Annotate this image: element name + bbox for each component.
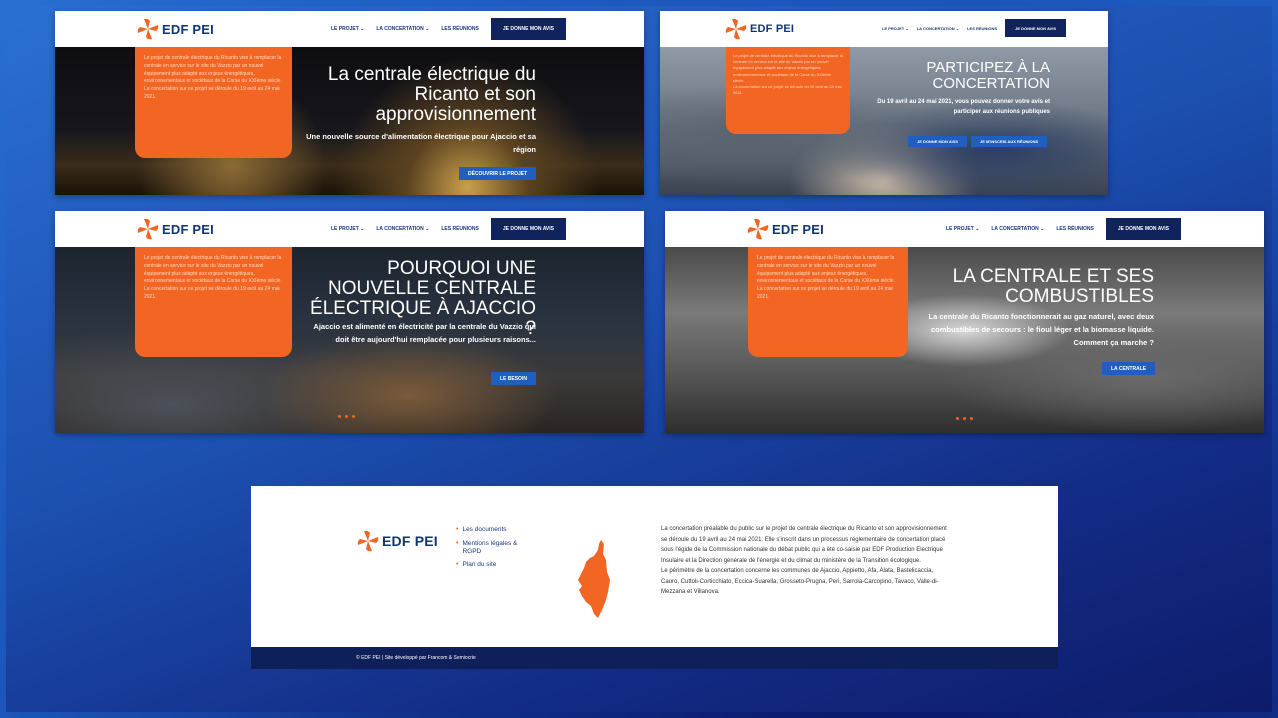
je-donne-mon-avis-button[interactable]: JE DONNE MON AVIS [1105, 218, 1181, 240]
slide-title: LA CENTRALE ET SES COMBUSTIBLES [952, 266, 1154, 307]
footer-bottom-bar: © EDF PEI | Site développé par Francom &… [251, 647, 1058, 669]
inscription-reunions-button[interactable]: JE M'INSCRIS AUX RÉUNIONS [971, 136, 1048, 147]
edf-flower-icon [137, 218, 159, 240]
intro-text: Le projet de centrale électrique du Rica… [144, 255, 282, 285]
screenshot-slide-4: EDF PEI LE PROJET ⌄ LA CONCERTATION ⌄ LE… [665, 211, 1264, 433]
screenshot-slide-2: EDF PEI LE PROJET ⌄ LA CONCERTATION ⌄ LE… [660, 11, 1108, 195]
nav-le-projet[interactable]: LE PROJET ⌄ [946, 226, 979, 232]
slide-title: PARTICIPEZ À LA CONCERTATION [926, 59, 1050, 92]
hero-public-meeting: Le projet de centrale électrique du Rica… [660, 47, 1108, 195]
logo-text: EDF PEI [162, 221, 214, 237]
screenshot-slide-1: EDF PEI LE PROJET ⌄ LA CONCERTATION ⌄ LE… [55, 11, 644, 195]
le-besoin-button[interactable]: LE BESOIN [491, 372, 536, 385]
footer-text-1: La concertation préalable du public sur … [661, 526, 947, 564]
nav-la-concertation[interactable]: LA CONCERTATION ⌄ [991, 226, 1044, 232]
logo-text: EDF PEI [750, 23, 795, 35]
footer-credit[interactable]: © EDF PEI | Site développé par Francom &… [356, 655, 476, 661]
nav-la-concertation[interactable]: LA CONCERTATION ⌄ [376, 26, 429, 32]
footer-description: La concertation préalable du public sur … [661, 524, 951, 598]
edf-pei-logo[interactable]: EDF PEI [357, 530, 438, 552]
intro-dates: La concertation sur ce projet se déroule… [733, 83, 842, 96]
logo-text: EDF PEI [162, 21, 214, 37]
je-donne-mon-avis-button[interactable]: JE DONNE MON AVIS [1005, 19, 1067, 37]
intro-text: Le projet de centrale électrique du Rica… [757, 255, 895, 285]
slide-subtitle: Ajaccio est alimenté en électricité par … [313, 322, 536, 344]
footer-links: • Les documents • Mentions légales & RGPD … [456, 526, 524, 575]
slide-subtitle: Une nouvelle source d'alimentation élect… [306, 132, 536, 154]
nav-le-projet[interactable]: LE PROJET ⌄ [882, 26, 909, 31]
edf-pei-logo[interactable]: EDF PEI [137, 218, 214, 240]
intro-text: Le projet de centrale électrique du Rica… [144, 55, 282, 85]
project-intro-panel: Le projet de centrale électrique du Rica… [748, 247, 908, 357]
je-donne-mon-avis-button[interactable]: JE DONNE MON AVIS [490, 218, 566, 240]
edf-pei-logo[interactable]: EDF PEI [725, 18, 794, 40]
site-header: EDF PEI LE PROJET ⌄ LA CONCERTATION ⌄ LE… [55, 11, 644, 47]
edf-flower-icon [747, 218, 769, 240]
project-intro-panel: Le projet de centrale électrique du Rica… [726, 47, 850, 134]
nav-les-reunions[interactable]: LES RÉUNIONS [1056, 226, 1094, 232]
main-nav: LE PROJET ⌄ LA CONCERTATION ⌄ LES RÉUNIO… [882, 19, 1067, 37]
intro-text: Le projet de centrale électrique du Rica… [733, 53, 843, 83]
project-intro-panel: Le projet de centrale électrique du Rica… [135, 47, 292, 158]
intro-dates: La concertation sur ce projet se déroule… [144, 86, 280, 100]
logo-text: EDF PEI [772, 221, 824, 237]
main-nav: LE PROJET ⌄ LA CONCERTATION ⌄ LES RÉUNIO… [331, 18, 566, 40]
decouvrir-le-projet-button[interactable]: DÉCOUVRIR LE PROJET [459, 167, 537, 180]
project-intro-panel: Le projet de centrale électrique du Rica… [135, 247, 292, 357]
slide-title: La centrale électrique du Ricanto et son… [327, 64, 536, 125]
main-nav: LE PROJET ⌄ LA CONCERTATION ⌄ LES RÉUNIO… [946, 218, 1181, 240]
hero-machinery: Le projet de centrale électrique du Rica… [665, 247, 1264, 433]
je-donne-mon-avis-button[interactable]: JE DONNE MON AVIS [490, 18, 566, 40]
site-header: EDF PEI LE PROJET ⌄ LA CONCERTATION ⌄ LE… [665, 211, 1264, 247]
site-header: EDF PEI LE PROJET ⌄ LA CONCERTATION ⌄ LE… [55, 211, 644, 247]
nav-le-projet[interactable]: LE PROJET ⌄ [331, 26, 364, 32]
nav-le-projet[interactable]: LE PROJET ⌄ [331, 226, 364, 232]
intro-dates: La concertation sur ce projet se déroule… [757, 286, 893, 300]
nav-les-reunions[interactable]: LES RÉUNIONS [441, 26, 479, 32]
nav-la-concertation[interactable]: LA CONCERTATION ⌄ [376, 226, 429, 232]
edf-pei-logo[interactable]: EDF PEI [747, 218, 824, 240]
la-centrale-button[interactable]: LA CENTRALE [1102, 362, 1156, 375]
screenshot-slide-3: EDF PEI LE PROJET ⌄ LA CONCERTATION ⌄ LE… [55, 211, 644, 433]
nav-les-reunions[interactable]: LES RÉUNIONS [967, 26, 997, 31]
nav-la-concertation[interactable]: LA CONCERTATION ⌄ [917, 26, 959, 31]
edf-pei-logo[interactable]: EDF PEI [137, 18, 214, 40]
footer-link-documents[interactable]: • Les documents [456, 526, 524, 535]
intro-dates: La concertation sur ce projet se déroule… [144, 286, 280, 300]
slide-subtitle: La centrale du Ricanto fonctionnerait au… [928, 312, 1154, 347]
site-header: EDF PEI LE PROJET ⌄ LA CONCERTATION ⌄ LE… [660, 11, 1108, 47]
footer-link-plan-du-site[interactable]: • Plan du site [456, 561, 524, 570]
nav-les-reunions[interactable]: LES RÉUNIONS [441, 226, 479, 232]
site-footer: EDF PEI • Les documents • Mentions légales… [251, 486, 1058, 669]
main-nav: LE PROJET ⌄ LA CONCERTATION ⌄ LES RÉUNIO… [331, 218, 566, 240]
hero-aerial-plant: Le projet de centrale électrique du Rica… [55, 247, 644, 433]
edf-flower-icon [137, 18, 159, 40]
edf-flower-icon [357, 530, 379, 552]
footer-link-mentions-legales[interactable]: • Mentions légales & RGPD [456, 540, 524, 556]
carousel-dots[interactable] [338, 415, 355, 418]
hero-night-city: Le projet de centrale électrique du Rica… [55, 47, 644, 195]
slide-subtitle: Du 19 avril au 24 mai 2021, vous pouvez … [877, 99, 1050, 116]
je-donne-mon-avis-hero-button[interactable]: JE DONNE MON AVIS [908, 136, 967, 147]
logo-text: EDF PEI [382, 533, 438, 549]
corsica-map-icon [578, 540, 610, 618]
carousel-dots[interactable] [956, 417, 973, 420]
footer-text-2: Le périmètre de la concertation concerne… [661, 568, 939, 595]
edf-flower-icon [725, 18, 747, 40]
